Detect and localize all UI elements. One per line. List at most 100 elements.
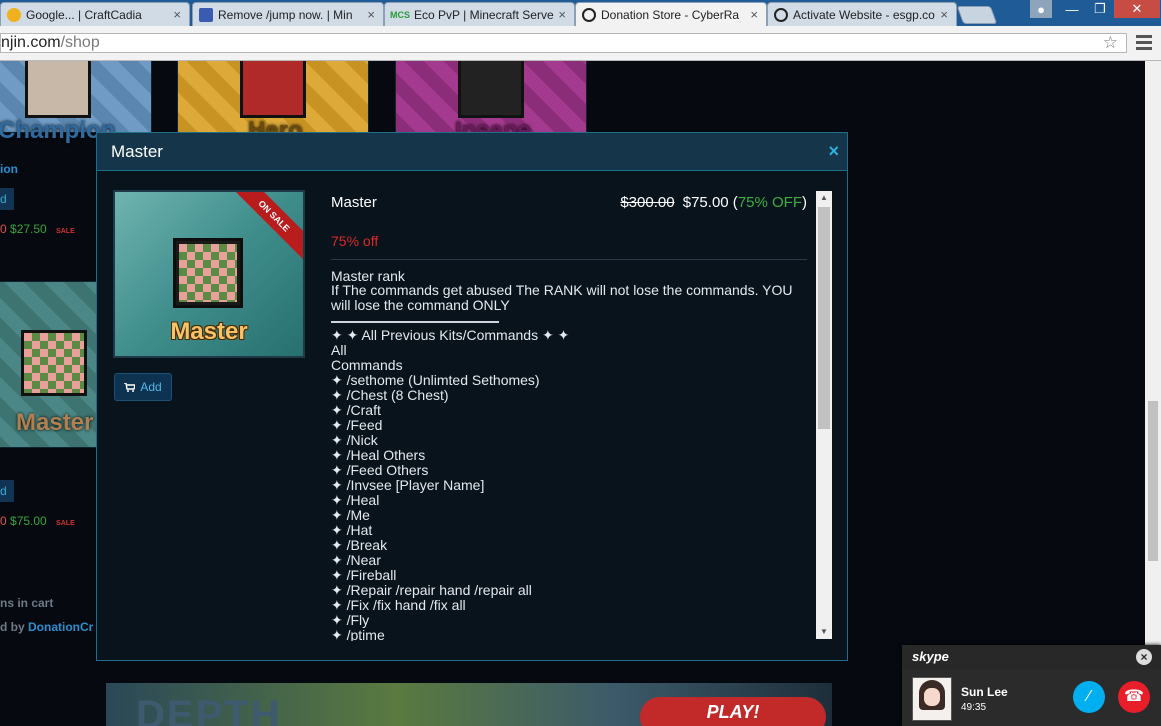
skype-logo: skype	[912, 649, 949, 664]
hang-up-icon[interactable]: ☎	[1118, 681, 1150, 713]
new-price: $75.00	[10, 514, 47, 528]
cart-icon	[124, 382, 136, 392]
master-head-icon	[21, 330, 87, 396]
new-price: $27.50	[10, 222, 47, 236]
old-price: $300.00	[620, 194, 675, 211]
call-timer: 49:35	[961, 702, 987, 713]
command-line: ✦ /Fireball	[331, 567, 397, 583]
url-input[interactable]: njin.com/shop ☆	[0, 33, 1127, 53]
chrome-menu-icon[interactable]	[1136, 35, 1152, 51]
mcs-icon: MCS	[390, 9, 410, 20]
cart-count: ns in cart	[0, 596, 54, 610]
command-line: ✦ /Nick	[331, 432, 378, 448]
discount-percent: 75% OFF	[737, 194, 802, 211]
tile-label-master: Master	[16, 409, 94, 436]
tab-label: Google... | CraftCadia	[26, 7, 142, 22]
command-line: ✦ /Fly	[331, 612, 370, 628]
browser-tab-strip: Google... | CraftCadia × Remove /jump no…	[0, 0, 1161, 26]
close-icon[interactable]: ×	[367, 7, 375, 22]
enjin-icon	[582, 7, 596, 22]
tab-remove-jump[interactable]: Remove /jump now. | Min ×	[192, 2, 384, 26]
product-description: Master $300.00 $75.00 (75% OFF) 75% off …	[331, 189, 807, 641]
tab-label: Donation Store - CyberRa	[601, 7, 740, 22]
tab-craftcadia[interactable]: Google... | CraftCadia ×	[0, 2, 190, 26]
command-list: ✦ ✦ All Previous Kits/Commands ✦ ✦ All C…	[331, 327, 570, 642]
price-row: 0 $75.00 SALE	[0, 514, 75, 528]
minecraft-icon	[199, 7, 213, 22]
command-line: ✦ /Repair /repair hand /repair all	[331, 582, 532, 598]
description-scrollbar-thumb[interactable]	[818, 207, 830, 429]
banner-play-button[interactable]: PLAY!	[640, 697, 826, 726]
sale-badge: SALE	[56, 520, 75, 527]
powered-by: d by DonationCr	[0, 620, 93, 634]
price-row: 0 $27.50 SALE	[0, 222, 75, 236]
add-to-cart-button[interactable]: Add	[114, 373, 172, 401]
maximize-icon[interactable]: ❐	[1088, 0, 1112, 18]
command-line: ✦ /Heal Others	[331, 447, 426, 463]
close-icon[interactable]: ×	[173, 7, 181, 22]
description-scrollbar[interactable]: ▲ ▼	[816, 191, 832, 639]
product-image-label: Master	[170, 318, 248, 345]
enjin-icon	[774, 7, 788, 22]
modal-title: Master	[111, 142, 163, 161]
abuse-note: If The commands get abused The RANK will…	[331, 282, 793, 313]
scroll-up-icon[interactable]: ▲	[816, 191, 832, 205]
command-line: ✦ /Craft	[331, 402, 381, 418]
command-line: ✦ /sethome (Unlimted Sethomes)	[331, 372, 540, 388]
close-icon[interactable]: ×	[558, 7, 566, 22]
command-line: ✦ /Invsee [Player Name]	[331, 477, 485, 493]
new-price: $75.00	[682, 194, 729, 211]
add-button-stub[interactable]: d	[0, 480, 14, 502]
close-icon[interactable]: ×	[750, 7, 758, 22]
add-button-stub[interactable]: d	[0, 188, 14, 210]
product-image: Master ON SALE	[113, 190, 305, 358]
tab-eco-pvp[interactable]: MCS Eco PvP | Minecraft Server ×	[384, 2, 575, 26]
champion-head-icon	[25, 61, 91, 118]
hero-head-icon	[240, 61, 306, 118]
close-icon[interactable]: ×	[828, 141, 839, 162]
mute-microphone-icon[interactable]: ⁄	[1073, 681, 1105, 713]
bookmark-star-icon[interactable]: ☆	[1103, 34, 1118, 52]
tab-donation-store[interactable]: Donation Store - CyberRa ×	[575, 2, 767, 26]
skype-header: skype ×	[902, 645, 1161, 669]
tab-activate-website[interactable]: Activate Website - esgp.co ×	[767, 2, 957, 26]
product-price: $300.00 $75.00 (75% OFF)	[620, 194, 807, 211]
new-tab-button[interactable]	[956, 6, 998, 24]
skype-call-widget: skype × Sun Lee 49:35 ⁄ ☎	[902, 645, 1161, 726]
partial-label: ion	[0, 162, 18, 176]
product-modal: Master × Master ON SALE Add Master $300.…	[96, 132, 848, 661]
scroll-down-icon[interactable]: ▼	[816, 625, 832, 639]
contact-name: Sun Lee	[961, 685, 1008, 699]
command-line: ✦ /Break	[331, 537, 388, 553]
url-path: /shop	[60, 34, 100, 51]
command-line: ✦ /Chest (8 Chest)	[331, 387, 449, 403]
close-icon[interactable]: ×	[1136, 649, 1152, 665]
avatar	[912, 677, 952, 721]
master-head-icon	[173, 238, 243, 308]
tab-label: Eco PvP | Minecraft Server	[414, 7, 555, 22]
game-banner[interactable]: DEPTH PLAY!	[106, 683, 832, 726]
url-domain: njin.com	[1, 34, 61, 51]
window-close-icon[interactable]: ✕	[1114, 0, 1160, 18]
command-line: ✦ ✦ All Previous Kits/Commands ✦ ✦	[331, 327, 570, 343]
tab-label: Activate Website - esgp.co	[793, 7, 935, 22]
powered-text: d by	[0, 620, 29, 634]
modal-header: Master ×	[97, 133, 847, 171]
command-line: Commands	[331, 357, 403, 373]
add-button-label: Add	[140, 380, 162, 394]
banner-title: DEPTH	[136, 693, 282, 726]
minimize-icon[interactable]: —	[1060, 0, 1084, 18]
page-scrollbar[interactable]	[1145, 61, 1161, 726]
powered-link[interactable]: DonationCr	[28, 620, 93, 634]
command-line: ✦ /Fix /fix hand /fix all	[331, 597, 466, 613]
page-scrollbar-thumb[interactable]	[1148, 401, 1158, 561]
old-price: 0	[0, 514, 7, 528]
sale-badge: SALE	[56, 228, 75, 235]
command-line: ✦ /Heal	[331, 492, 380, 508]
command-line: ✦ /Feed	[331, 417, 383, 433]
command-line: ✦ /Feed Others	[331, 462, 429, 478]
command-line: ✦ /Me	[331, 507, 370, 523]
close-icon[interactable]: ×	[940, 7, 948, 22]
user-icon[interactable]: ●	[1030, 0, 1052, 18]
insane-head-icon	[458, 61, 524, 118]
